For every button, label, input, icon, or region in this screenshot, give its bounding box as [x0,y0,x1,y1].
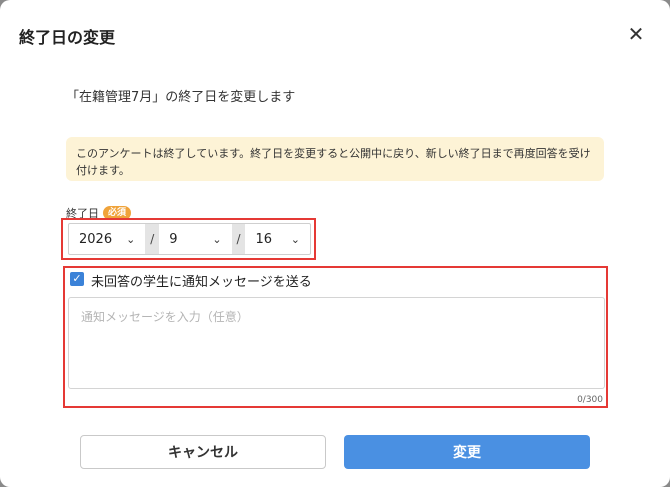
year-value: 2026 [79,231,113,247]
change-button[interactable]: 変更 [344,435,590,469]
dialog-subtitle: 「在籍管理7月」の終了日を変更します [66,90,296,105]
chevron-down-icon: ⌄ [126,232,136,246]
char-counter: 0/300 [577,395,603,405]
day-select[interactable]: 16 ⌄ [245,224,310,254]
close-icon[interactable]: ✕ [626,24,646,44]
date-separator: / [145,224,160,254]
chevron-down-icon: ⌄ [212,232,222,246]
cancel-button[interactable]: キャンセル [80,435,326,469]
notice-banner: このアンケートは終了しています。終了日を変更すると公開中に戻り、新しい終了日まで… [66,137,604,181]
end-date-picker: 2026 ⌄ / 9 ⌄ / 16 ⌄ [68,223,311,255]
change-end-date-dialog: 終了日の変更 ✕ 「在籍管理7月」の終了日を変更します このアンケートは終了して… [0,0,670,487]
notify-highlight: ✓ 未回答の学生に通知メッセージを送る 通知メッセージを入力（任意） 0/300 [63,266,608,408]
date-separator: / [231,224,246,254]
notify-message-input[interactable]: 通知メッセージを入力（任意） [68,297,605,389]
dialog-title: 終了日の変更 [19,28,116,47]
year-select[interactable]: 2026 ⌄ [69,224,145,254]
month-value: 9 [169,231,178,247]
month-select[interactable]: 9 ⌄ [159,224,231,254]
day-value: 16 [255,231,273,247]
chevron-down-icon: ⌄ [290,232,300,246]
end-date-highlight: 2026 ⌄ / 9 ⌄ / 16 ⌄ [61,218,316,260]
notify-checkbox[interactable]: ✓ [70,272,84,286]
notify-checkbox-label[interactable]: 未回答の学生に通知メッセージを送る [91,271,312,290]
